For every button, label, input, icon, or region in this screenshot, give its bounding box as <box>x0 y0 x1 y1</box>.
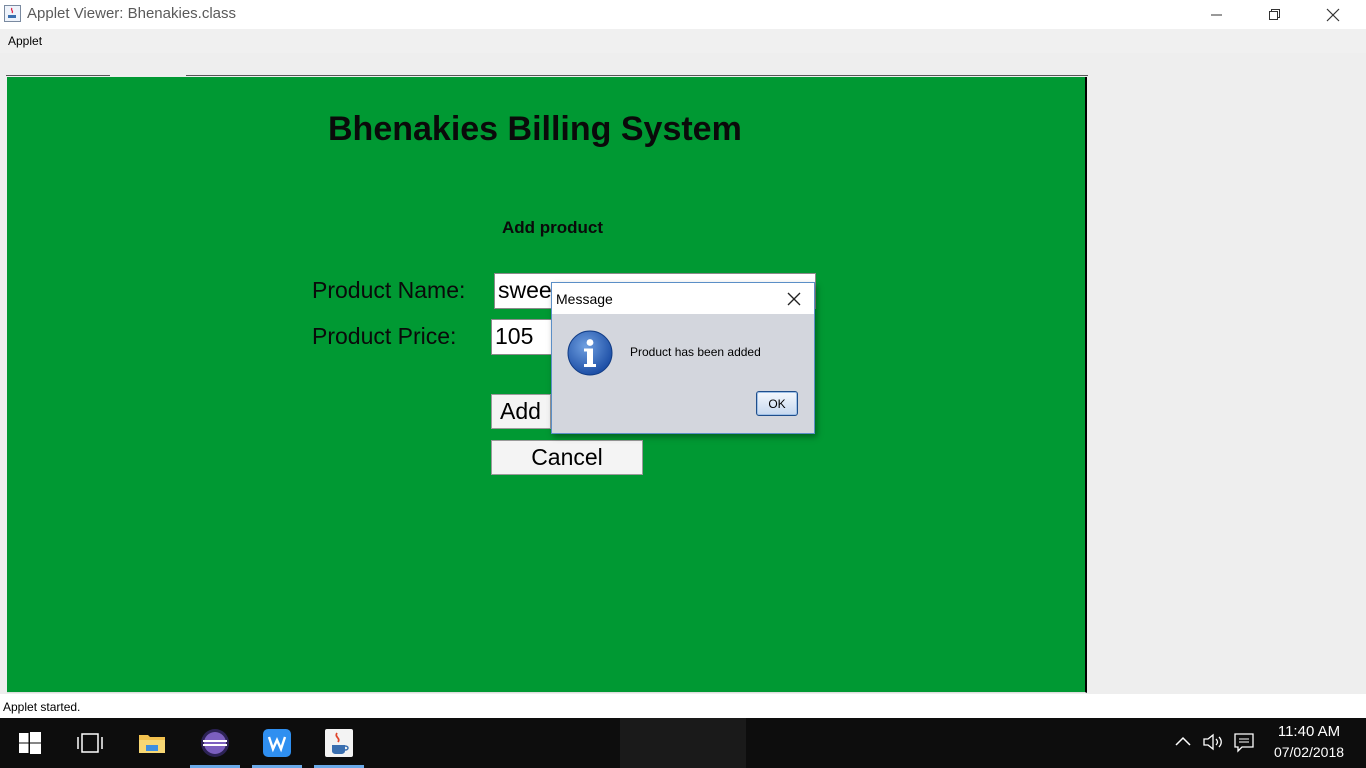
wps-writer-button[interactable] <box>252 718 302 768</box>
minimize-icon <box>1211 14 1222 15</box>
taskbar-empty-area <box>620 718 746 768</box>
task-view-icon <box>77 733 103 753</box>
windows-start-button[interactable] <box>5 718 55 768</box>
task-view-button[interactable] <box>65 718 115 768</box>
close-icon <box>1326 8 1340 21</box>
menu-bar <box>0 29 1366 53</box>
cancel-button[interactable]: Cancel <box>491 440 643 475</box>
clock-time[interactable]: 11:40 AM <box>1262 723 1356 740</box>
restore-button[interactable] <box>1246 0 1304 29</box>
dialog-title: Message <box>556 291 613 307</box>
volume-button[interactable] <box>1201 731 1225 753</box>
windows-start-icon <box>19 732 41 754</box>
close-icon <box>787 292 801 306</box>
status-bar <box>0 694 1366 718</box>
clock-date[interactable]: 07/02/2018 <box>1262 744 1356 760</box>
add-button[interactable]: Add <box>491 394 551 429</box>
window-title: Applet Viewer: Bhenakies.class <box>27 5 237 22</box>
wps-writer-icon <box>263 729 291 757</box>
message-dialog: Message Product has been added OK <box>551 282 815 434</box>
ok-button[interactable]: OK <box>756 391 798 416</box>
info-icon <box>567 330 613 376</box>
dialog-close-button[interactable] <box>780 287 808 311</box>
file-explorer-icon <box>139 735 165 753</box>
eclipse-icon <box>201 729 229 757</box>
java-icon <box>325 729 353 757</box>
app-title: Bhenakies Billing System <box>328 110 742 148</box>
menu-applet[interactable]: Applet <box>8 34 42 48</box>
applet-panel <box>7 77 1087 693</box>
eclipse-button[interactable] <box>190 718 240 768</box>
java-app-icon <box>4 5 21 22</box>
chevron-up-icon <box>1175 736 1191 746</box>
panel-border-line <box>186 75 1088 76</box>
dialog-message: Product has been added <box>630 345 761 359</box>
action-center-button[interactable] <box>1233 731 1255 753</box>
status-text: Applet started. <box>3 700 81 714</box>
close-button[interactable] <box>1304 0 1362 29</box>
file-explorer-button[interactable] <box>127 718 177 768</box>
show-hidden-icons-button[interactable] <box>1172 731 1194 753</box>
product-name-label: Product Name: <box>312 277 466 303</box>
product-price-input[interactable]: 105 <box>491 319 555 355</box>
restore-icon <box>1269 8 1280 20</box>
section-title: Add product <box>502 218 604 237</box>
speaker-icon <box>1203 733 1222 751</box>
panel-border-line <box>6 75 110 76</box>
minimize-button[interactable] <box>1188 0 1246 29</box>
product-price-label: Product Price: <box>312 323 457 349</box>
notification-icon <box>1234 733 1254 753</box>
java-button[interactable] <box>314 718 364 768</box>
